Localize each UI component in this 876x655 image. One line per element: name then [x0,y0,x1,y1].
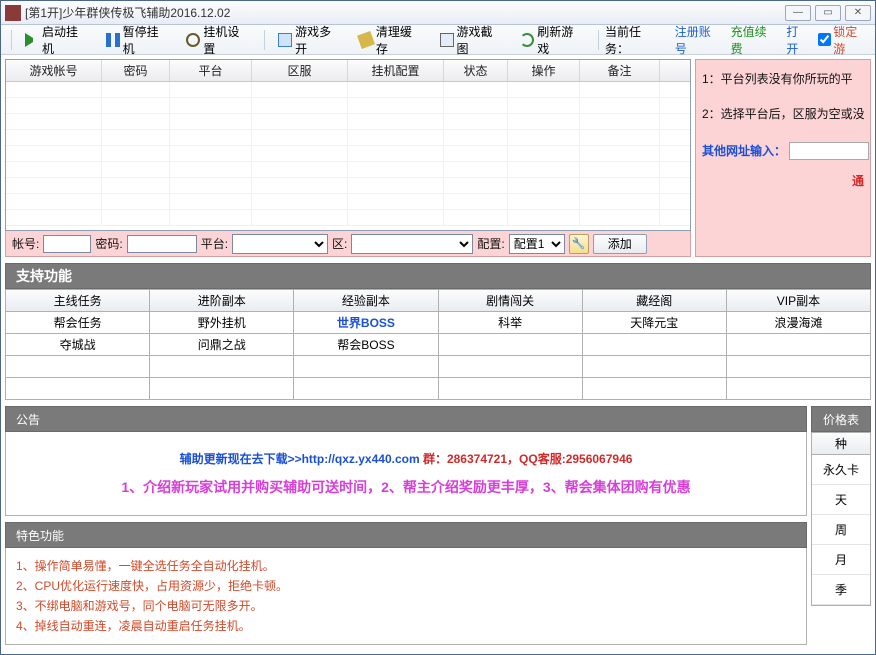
recharge-link[interactable]: 充值续费 [731,23,779,57]
feature-cell: 主线任务 [6,290,150,312]
clear-cache-button[interactable]: 清理缓存 [352,19,431,61]
config-select[interactable]: 配置1 [509,234,565,254]
price-table: 种永久卡天周月季 [811,432,871,606]
add-button[interactable]: 添加 [593,234,647,254]
feature-cell: 问鼎之战 [150,334,294,356]
download-link[interactable]: http://qxz.yx440.com [302,452,420,466]
lock-checkbox-input[interactable] [818,33,831,46]
price-row: 月 [812,545,870,575]
refresh-button[interactable]: 刷新游戏 [513,19,592,61]
account-input[interactable] [43,235,91,253]
column-header[interactable]: 密码 [102,60,170,81]
feature-cell: VIP副本 [727,290,871,312]
refresh-icon [520,33,534,47]
feature-cell: 科举 [439,312,583,334]
feature-cell: 夺城战 [6,334,150,356]
brush-icon [357,31,375,49]
price-row: 周 [812,515,870,545]
features-header: 特色功能 [5,522,807,548]
multi-open-button[interactable]: 游戏多开 [271,19,350,61]
column-header[interactable]: 状态 [444,60,508,81]
feature-cell [6,378,150,400]
feature-cell: 野外挂机 [150,312,294,334]
features-body: 1、操作简单易懂，一键全选任务全自动化挂机。2、CPU优化运行速度快，占用资源少… [5,548,807,645]
feature-cell [727,356,871,378]
feature-cell [727,334,871,356]
support-header: 支持功能 [5,263,871,289]
feature-cell: 藏经阁 [583,290,727,312]
feature-cell: 经验副本 [294,290,438,312]
feature-cell [727,378,871,400]
add-account-bar: 帐号: 密码: 平台: 区: 配置: 配置1 🔧 添加 [5,231,691,257]
feature-cell [583,356,727,378]
current-task-label: 当前任务： [605,23,665,57]
play-icon [25,33,39,47]
notice-body: 辅助更新现在去下载>>http://qxz.yx440.com 群：286374… [5,432,807,516]
feature-cell: 进阶副本 [150,290,294,312]
toolbar: 启动挂机 暂停挂机 挂机设置 游戏多开 清理缓存 游戏截图 刷新游戏 当前任务：… [1,25,875,55]
column-header[interactable]: 挂机配置 [348,60,444,81]
lock-checkbox[interactable]: 锁定游 [818,23,869,57]
support-grid: 主线任务进阶副本经验副本剧情闯关藏经阁VIP副本帮会任务野外挂机世界BOSS科举… [5,289,871,400]
column-header[interactable]: 备注 [580,60,660,81]
hint-2: 2：选择平台后，区服为空或没 [702,105,864,122]
price-row: 永久卡 [812,455,870,485]
pause-button[interactable]: 暂停挂机 [99,19,178,61]
feature-cell [150,356,294,378]
zone-select[interactable] [351,234,473,254]
feature-cell [439,334,583,356]
platform-select[interactable] [232,234,328,254]
pause-icon [106,33,120,47]
register-link[interactable]: 注册账号 [675,23,723,57]
camera-icon [440,33,454,47]
maximize-button[interactable]: ▭ [815,5,841,21]
config-tool-button[interactable]: 🔧 [569,234,589,254]
settings-button[interactable]: 挂机设置 [179,19,258,61]
table-body[interactable] [6,82,690,230]
hint-pass: 通 [702,172,864,189]
copy-icon [278,33,292,47]
minimize-button[interactable]: — [785,5,811,21]
gear-icon [186,33,200,47]
url-label: 其他网址输入： [702,144,786,158]
open-link[interactable]: 打开 [786,23,810,57]
feature-cell: 帮会任务 [6,312,150,334]
feature-cell [583,334,727,356]
feature-cell [294,356,438,378]
close-button[interactable]: ✕ [845,5,871,21]
feature-cell: 天降元宝 [583,312,727,334]
price-row: 天 [812,485,870,515]
feature-cell [583,378,727,400]
start-button[interactable]: 启动挂机 [18,19,97,61]
feature-cell [439,378,583,400]
feature-cell [294,378,438,400]
accounts-table: 游戏帐号密码平台区服挂机配置状态操作备注 [5,59,691,231]
price-row: 季 [812,575,870,605]
column-header[interactable]: 游戏帐号 [6,60,102,81]
price-header: 价格表 [811,406,871,432]
column-header[interactable]: 平台 [170,60,252,81]
password-input[interactable] [127,235,197,253]
column-header[interactable]: 区服 [252,60,348,81]
column-header[interactable]: 操作 [508,60,580,81]
feature-cell: 浪漫海滩 [727,312,871,334]
feature-cell: 剧情闯关 [439,290,583,312]
other-url-input[interactable] [789,142,869,160]
screenshot-button[interactable]: 游戏截图 [433,19,512,61]
feature-cell: 世界BOSS [294,312,438,334]
hint-panel: 1：平台列表没有你所玩的平 2：选择平台后，区服为空或没 其他网址输入： 通 [695,59,871,257]
hint-1: 1：平台列表没有你所玩的平 [702,70,864,87]
feature-cell: 帮会BOSS [294,334,438,356]
notice-header: 公告 [5,406,807,432]
feature-cell [150,378,294,400]
feature-cell [439,356,583,378]
feature-cell [6,356,150,378]
